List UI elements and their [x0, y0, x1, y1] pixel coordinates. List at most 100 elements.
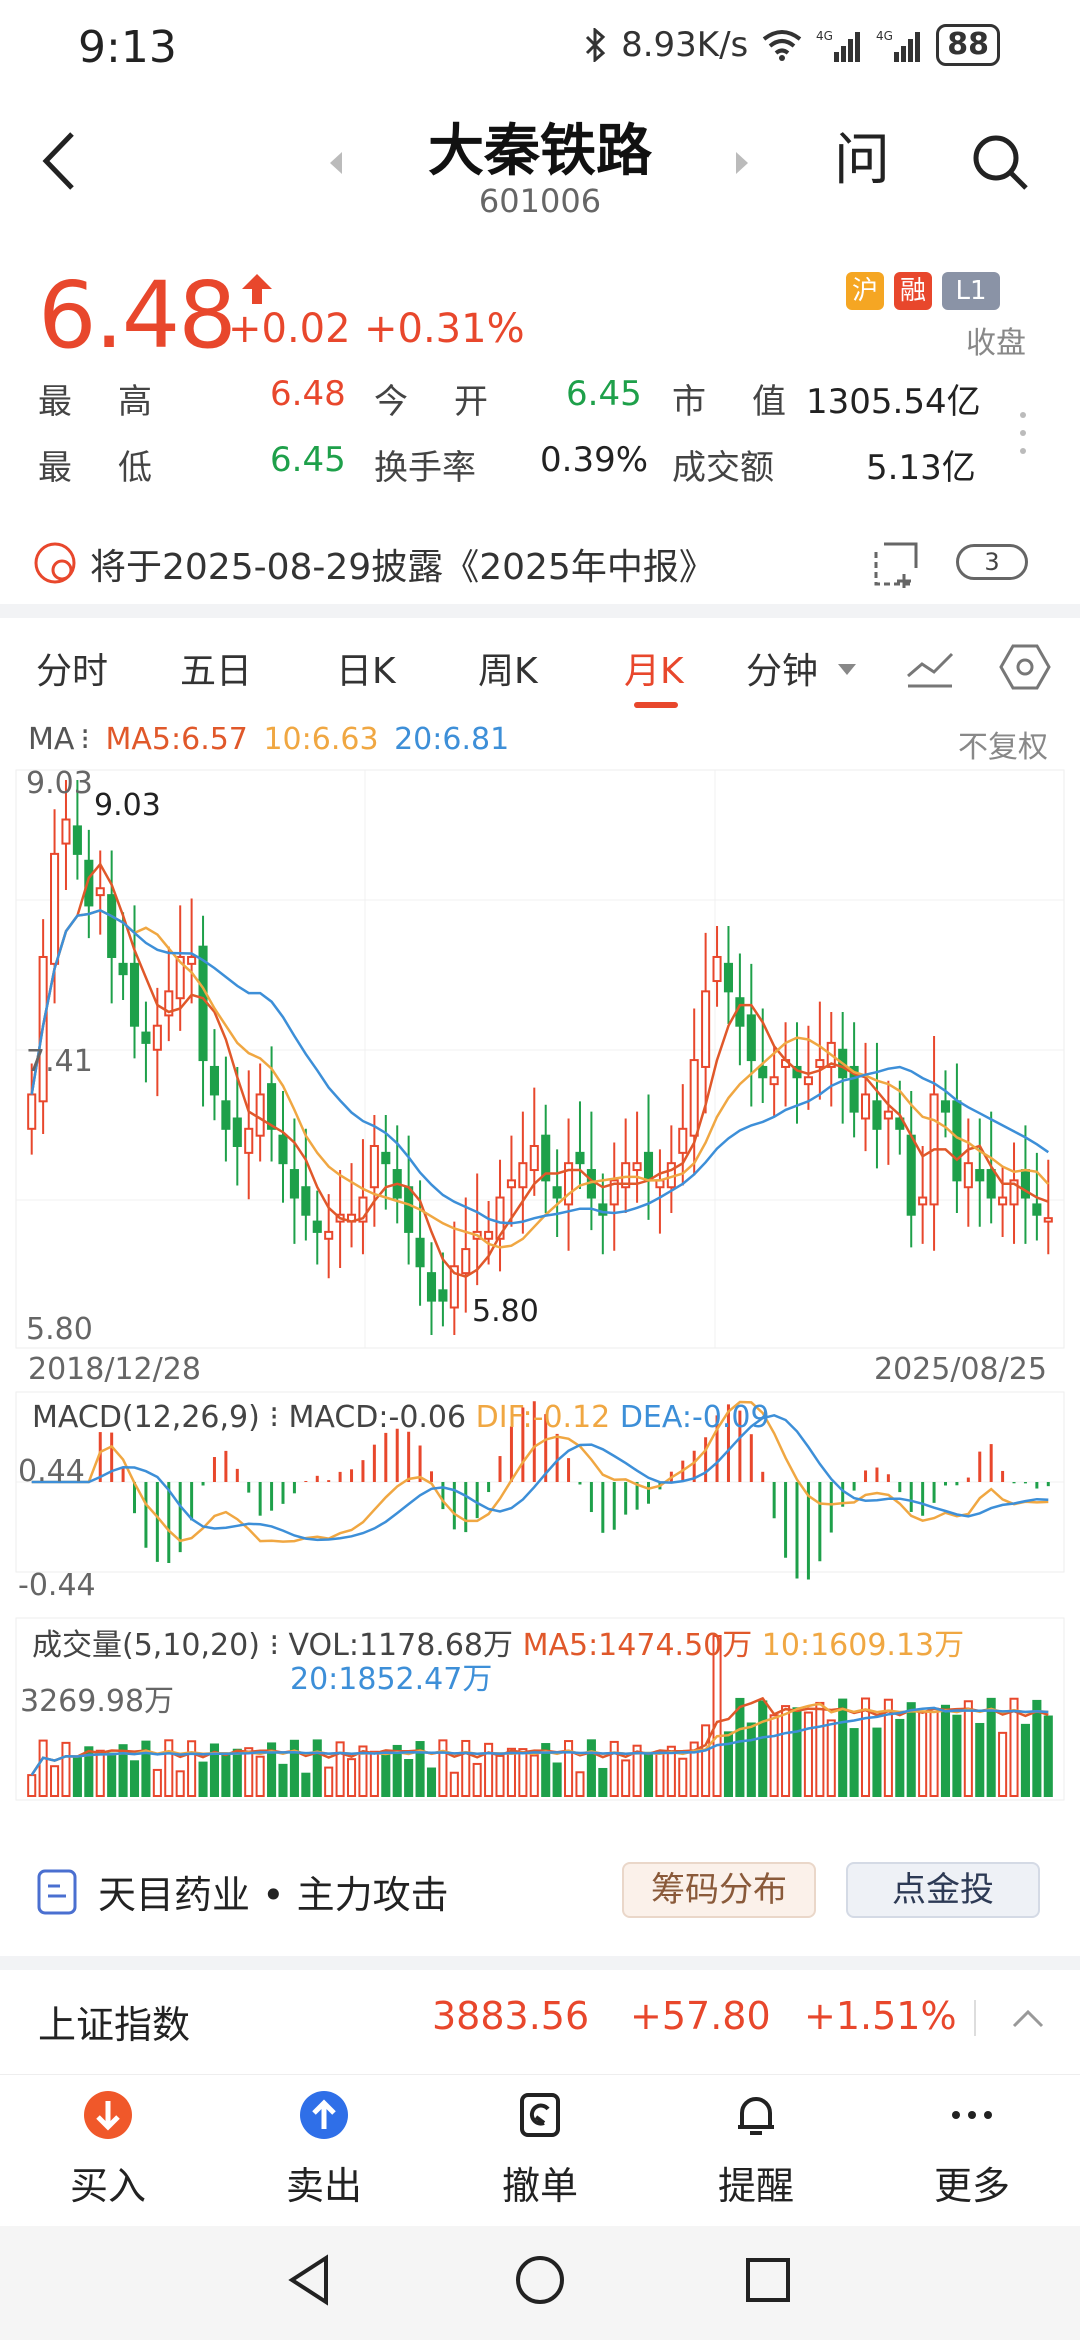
macd-title: MACD(12,26,9) [32, 1400, 260, 1435]
volume-bar [815, 1701, 825, 1797]
info-strip: 天目药业 • 主力攻击 筹码分布 点金投 [0, 1850, 1080, 1934]
volume-bar [975, 1722, 985, 1798]
tab-weekly-k[interactable]: 周K [478, 642, 538, 694]
candle-body [506, 1179, 516, 1189]
candle-body [244, 1127, 254, 1154]
drawing-tool-icon[interactable] [904, 642, 956, 690]
alert-label: 提醒 [717, 2164, 794, 2208]
volume-bar [164, 1739, 174, 1797]
kline-panel-frame [15, 769, 1065, 1349]
candle-body [289, 1169, 299, 1199]
system-back-icon[interactable] [280, 2250, 340, 2310]
candle-body [918, 1196, 928, 1206]
volume-bar [95, 1749, 105, 1798]
candle-body [278, 1134, 288, 1165]
signal-icon: 4G [816, 29, 861, 62]
alert-button[interactable]: 提醒 [686, 2089, 826, 2210]
candle-body [689, 1059, 699, 1137]
tab-minute[interactable]: 分钟 [746, 642, 818, 694]
disclosure-notice[interactable]: 将于2025-08-29披露《2025年中报》 3 [32, 530, 1052, 590]
wifi-icon [763, 30, 802, 61]
candle-body [324, 1230, 334, 1240]
trade-action-bar: 买入 卖出 撤单 提醒 更多 [0, 2074, 1080, 2224]
volume-bar [472, 1762, 482, 1798]
turnover-value: 0.39% [540, 440, 649, 480]
tab-five-day[interactable]: 五日 [180, 642, 252, 694]
volume-bar [426, 1767, 437, 1797]
cancel-order-button[interactable]: 撤单 [470, 2089, 610, 2210]
ask-button[interactable]: 问 [830, 126, 894, 196]
price-change: +0.02 [228, 306, 351, 352]
candle-body [72, 825, 82, 855]
max-price-marker: 9.03 [94, 788, 161, 823]
more-horizontal-icon [952, 2111, 992, 2119]
volume-bar [838, 1698, 848, 1798]
system-home-icon[interactable] [510, 2250, 570, 2310]
chevron-up-icon[interactable] [1008, 1998, 1048, 2038]
chip-distribution-button[interactable]: 筹码分布 [622, 1862, 816, 1918]
volume-bar [175, 1770, 185, 1798]
settings-icon[interactable] [998, 640, 1052, 694]
volume-bar [860, 1697, 871, 1798]
candle-body [575, 1151, 585, 1165]
volume-bar [72, 1756, 82, 1798]
volume-bar [198, 1761, 208, 1797]
candle-body [986, 1169, 996, 1199]
vol-ma5-value: MA5:1474.50万 [522, 1628, 753, 1663]
more-vertical-icon[interactable] [1018, 410, 1028, 456]
candle-body [301, 1186, 311, 1216]
next-stock-icon[interactable] [732, 148, 752, 178]
volume-bar [586, 1739, 596, 1798]
candle-body [141, 1031, 151, 1044]
buy-arrow-icon [84, 2091, 132, 2139]
volume-bar [301, 1772, 311, 1798]
buy-button[interactable]: 买入 [38, 2089, 178, 2210]
search-icon[interactable] [970, 132, 1030, 192]
volume-bar [1032, 1699, 1042, 1797]
more-button[interactable]: 更多 [902, 2089, 1042, 2210]
add-reminder-icon[interactable] [870, 538, 922, 590]
dea-value: DEA:-0.09 [619, 1400, 770, 1435]
candle-body [461, 1248, 471, 1275]
volume-bar [621, 1759, 631, 1797]
chevron-down-icon[interactable] [838, 664, 856, 675]
volume-bar [895, 1718, 905, 1798]
vol-title: 成交量(5,10,20) [32, 1628, 260, 1663]
index-ticker[interactable]: 上证指数 3883.56 +57.80 +1.51% [0, 1974, 1080, 2060]
volume-bar [449, 1771, 459, 1797]
start-date-label: 2018/12/28 [28, 1352, 201, 1387]
volume-bar [826, 1719, 836, 1798]
high-label: 最 高 [38, 382, 158, 422]
vol-ma20-value: 20:1852.47万 [290, 1662, 493, 1697]
candle-body [484, 1230, 494, 1240]
tab-monthly-k[interactable]: 月K [624, 642, 684, 694]
candle-body [209, 1065, 220, 1096]
candle-body [312, 1220, 322, 1233]
tab-daily-k[interactable]: 日K [336, 642, 396, 694]
index-name: 上证指数 [38, 2003, 191, 2047]
level-badge[interactable]: L1 [942, 272, 1000, 310]
candle-body [118, 962, 128, 976]
dianjintou-button[interactable]: 点金投 [846, 1862, 1040, 1918]
volume-bar [335, 1741, 345, 1798]
price-change-pct: +0.31% [364, 306, 525, 352]
hot-stock-text[interactable]: 天目药业 • 主力攻击 [98, 1864, 449, 1919]
system-recents-icon[interactable] [738, 2250, 798, 2310]
volume-bar [255, 1755, 265, 1798]
volume-bar [518, 1748, 528, 1798]
candle-body [952, 1100, 962, 1182]
up-arrow-icon [242, 274, 272, 304]
quote-row-2: 最 低 6.45 换手率 0.39% 成交额 5.13亿 [38, 440, 1038, 488]
volume-bar [38, 1739, 48, 1798]
tab-intraday[interactable]: 分时 [36, 642, 108, 694]
sell-button[interactable]: 卖出 [254, 2089, 394, 2210]
volume-max-label: 3269.98万 [20, 1684, 175, 1719]
y-axis-top-label: 9.03 [26, 766, 93, 801]
disclosure-count-badge[interactable]: 3 [956, 544, 1028, 580]
macd-bottom-label: -0.44 [18, 1568, 96, 1603]
volume-bar [598, 1767, 608, 1797]
macd-legend: MACD(12,26,9) ⁝ MACD:-0.06 DIF:-0.12 DEA… [32, 1400, 770, 1435]
volume-bar [906, 1702, 916, 1798]
status-bar: 9:13 8.93K/s 4G 4G 88 [0, 0, 1080, 96]
svg-text:4G: 4G [876, 29, 893, 43]
